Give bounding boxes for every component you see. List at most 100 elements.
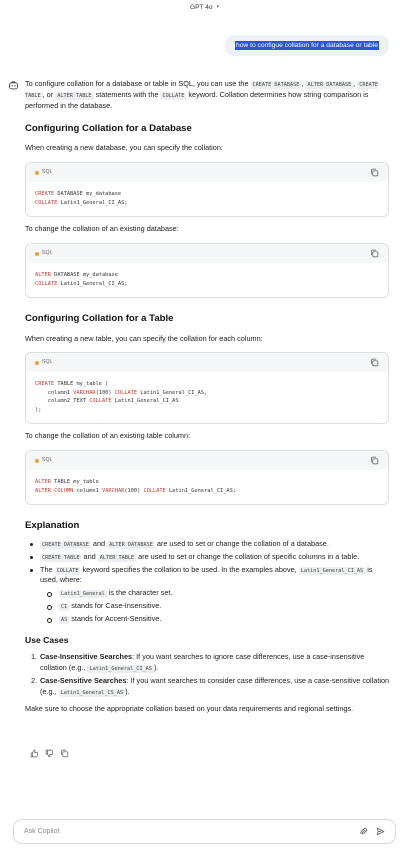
- code-block-header: SQL: [26, 451, 388, 471]
- copilot-icon: [8, 81, 19, 90]
- inline-code: CREATE TABLE: [40, 553, 82, 562]
- code-text: Latin1_General_CI_AS;: [57, 199, 128, 206]
- code-text: DATABASE my_database: [50, 272, 118, 279]
- model-name: GPT 4o: [189, 4, 213, 12]
- code-block: SQL ALTER TABLE my_table ALTER COLUMN co…: [25, 450, 389, 506]
- code-text: column2 TEXT: [35, 398, 90, 405]
- list-item: CREATE TABLE and ALTER TABLE are used to…: [25, 552, 390, 563]
- sub-list-item: Latin1_General is the character set.: [40, 588, 390, 599]
- language-dot-icon: [35, 458, 39, 463]
- code-block: SQL ALTER DATABASE my_database COLLATE L…: [25, 243, 389, 299]
- inline-code: ALTER DATABASE: [107, 540, 155, 549]
- code-keyword: CREATE: [35, 381, 55, 388]
- copy-code-icon[interactable]: [370, 456, 379, 465]
- list-number: 2.: [31, 676, 38, 686]
- model-selector[interactable]: GPT 4o ▾: [0, 0, 409, 16]
- user-message-bubble: how to configue collation for a database…: [224, 35, 389, 57]
- list-item: CREATE DATABASE and ALTER DATABASE are u…: [25, 539, 390, 550]
- code-text: TABLE my_table (: [54, 381, 109, 388]
- code-block-header: SQL: [26, 163, 388, 183]
- attach-icon[interactable]: [359, 827, 368, 836]
- use-cases-list: 1. Case-Insensitive Searches: If you want…: [25, 652, 390, 698]
- list-text: are used to set or change the collation …: [136, 551, 360, 561]
- list-text: and: [81, 551, 98, 561]
- code-text: Latin1_General_CI_AS;: [165, 487, 236, 494]
- closing-paragraph: Make sure to choose the appropriate coll…: [25, 704, 354, 714]
- section-heading-use-cases: Use Cases: [25, 635, 69, 646]
- chat-composer: [13, 819, 396, 844]
- code-block-header: SQL: [26, 244, 388, 264]
- user-message-text: how to configue collation for a database…: [234, 41, 379, 50]
- code-language-label: SQL: [35, 359, 52, 367]
- inline-code: COLLATE: [160, 91, 187, 100]
- paragraph: When creating a new database, you can sp…: [25, 143, 223, 153]
- list-text: and: [90, 538, 108, 548]
- language-name: SQL: [42, 249, 53, 256]
- inline-code: CREATE DATABASE: [250, 81, 302, 89]
- list-text: The: [40, 564, 55, 574]
- thumbs-up-icon[interactable]: [30, 749, 39, 758]
- language-name: SQL: [42, 456, 53, 463]
- code-keyword: COLLATE: [35, 280, 58, 287]
- code-text: (100): [95, 389, 115, 396]
- code-text: column1: [73, 487, 102, 494]
- code-text: column1: [35, 389, 74, 396]
- list-text: stands for Accent-Sensitive.: [69, 614, 162, 624]
- copy-code-icon[interactable]: [370, 249, 379, 258]
- paragraph: To change the collation of an existing t…: [25, 431, 191, 441]
- code-block-header: SQL: [26, 353, 388, 373]
- copy-icon[interactable]: [60, 749, 69, 758]
- code-block: SQL CREATE DATABASE my_database COLLATE …: [25, 162, 389, 218]
- explanation-list: CREATE DATABASE and ALTER DATABASE are u…: [25, 539, 390, 626]
- code-text: Latin1_General_CI_AS;: [57, 280, 128, 287]
- inline-code: ALTER DATABASE: [305, 81, 354, 89]
- code-content: ALTER DATABASE my_database COLLATE Latin…: [26, 263, 388, 297]
- inline-code: Latin1_General_CI_AS: [87, 665, 154, 674]
- intro-text: , or: [42, 89, 56, 99]
- code-language-label: SQL: [35, 457, 52, 465]
- chat-input[interactable]: [24, 828, 359, 835]
- composer-actions: [359, 827, 385, 836]
- send-icon[interactable]: [376, 827, 385, 836]
- list-text: ).: [153, 663, 159, 673]
- code-text: Latin1_General_CI_AS,: [137, 389, 208, 396]
- paragraph: To change the collation of an existing d…: [25, 224, 179, 234]
- inline-code: CI: [59, 603, 70, 612]
- section-heading-database: Configuring Collation for a Database: [25, 122, 192, 134]
- inline-code: ALTER TABLE: [97, 553, 137, 562]
- thumbs-down-icon[interactable]: [45, 749, 54, 758]
- sub-list: Latin1_General is the character set. CI …: [40, 588, 390, 625]
- code-text: );: [35, 406, 42, 413]
- inline-code: Latin1_General_CS_AS: [58, 689, 126, 698]
- code-keyword: ALTER: [35, 272, 51, 279]
- list-text: keyword specifies the collation to be us…: [80, 564, 299, 574]
- copy-code-icon[interactable]: [370, 168, 379, 177]
- code-keyword: ALTER: [35, 487, 51, 494]
- language-dot-icon: [35, 170, 39, 175]
- code-language-label: SQL: [35, 250, 52, 258]
- list-item: 2. Case-Sensitive Searches: If you want s…: [25, 676, 390, 698]
- intro-paragraph: To configure collation for a database or…: [25, 79, 390, 112]
- sub-list-item: CI stands for Case-Insensitive.: [40, 601, 390, 612]
- intro-text: statements with the: [93, 89, 161, 99]
- code-text: (100): [124, 487, 144, 494]
- list-bold-text: Case-Insensitive Searches: [40, 652, 133, 662]
- language-dot-icon: [35, 251, 39, 256]
- code-block: SQL CREATE TABLE my_table ( column1 VARC…: [25, 352, 389, 425]
- list-text: ).: [125, 687, 130, 697]
- code-keyword: COLLATE: [35, 199, 58, 206]
- assistant-answer: To configure collation for a database or…: [25, 79, 390, 715]
- copy-code-icon[interactable]: [370, 358, 379, 367]
- list-text: are used to set or change the collation …: [154, 538, 329, 548]
- code-content: ALTER TABLE my_table ALTER COLUMN column…: [26, 470, 388, 504]
- code-keyword: COLLATE: [114, 389, 138, 396]
- code-content: CREATE DATABASE my_database COLLATE Lati…: [26, 182, 388, 216]
- section-heading-explanation: Explanation: [25, 520, 80, 532]
- code-keyword: CREATE: [35, 191, 55, 198]
- code-language-label: SQL: [35, 169, 52, 177]
- language-dot-icon: [35, 360, 39, 365]
- code-text: TABLE my_table: [50, 479, 99, 486]
- section-heading-table: Configuring Collation for a Table: [25, 313, 174, 325]
- inline-code: Latin1_General_CI_AS: [298, 566, 366, 575]
- list-text: stands for Case-Insensitive.: [69, 601, 162, 611]
